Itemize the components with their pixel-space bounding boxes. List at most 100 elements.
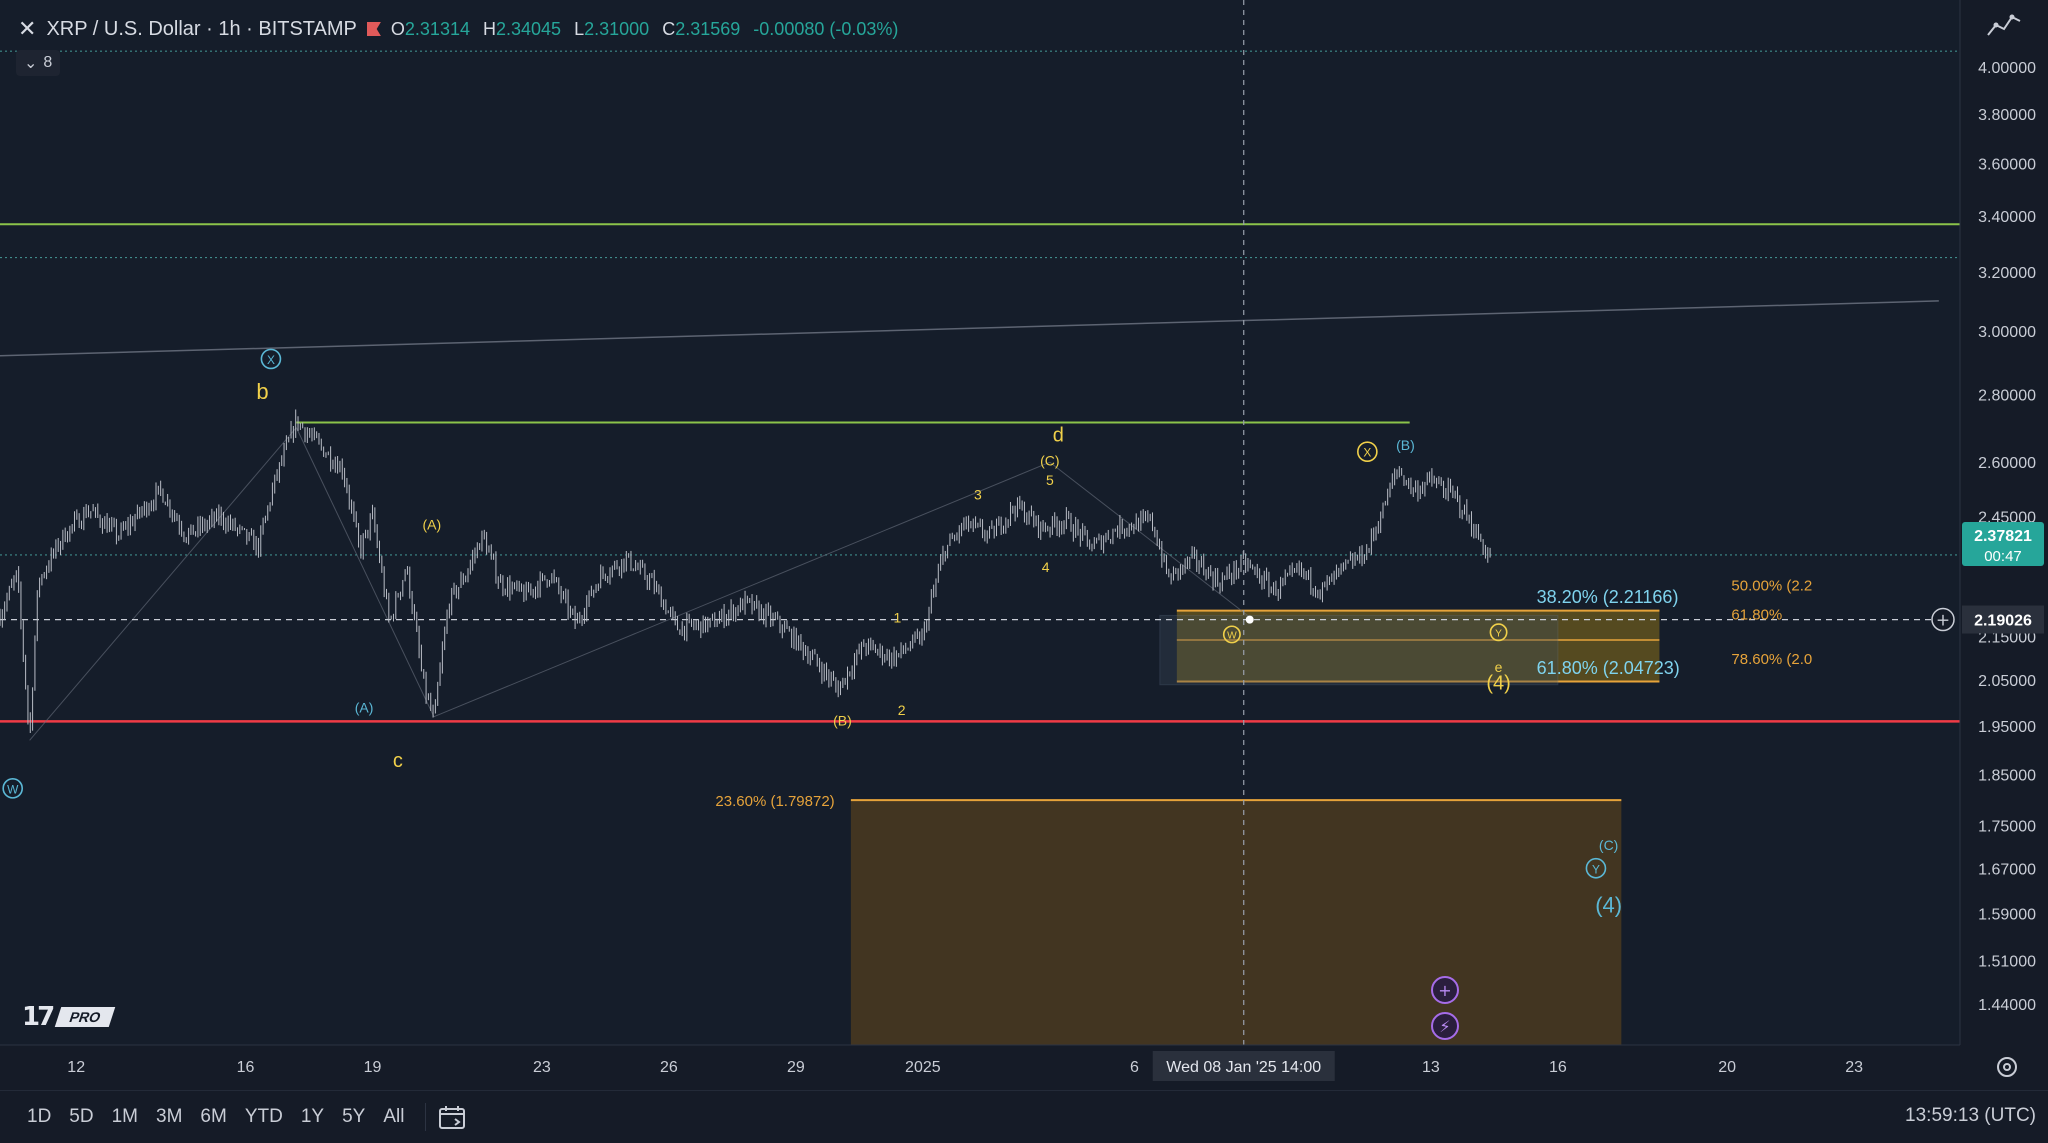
fib-zone-orange bbox=[850, 800, 1622, 1045]
chevron-down-icon: ⌄ bbox=[24, 55, 38, 72]
crosshair-point bbox=[1245, 615, 1254, 624]
crosshair-time-label: Wed 08 Jan '25 14:00 bbox=[1166, 1059, 1321, 1076]
wave-label-20: (C) bbox=[1599, 837, 1618, 853]
fib-label-5: 23.60% (1.79872) bbox=[715, 793, 834, 810]
price-tick-12: 1.95000 bbox=[1978, 719, 2036, 736]
wave-label-19: (4) bbox=[1486, 673, 1510, 695]
close-icon[interactable]: ✕ bbox=[18, 16, 36, 42]
wave-label-6: 1 bbox=[894, 610, 902, 626]
timeframe-ytd[interactable]: YTD bbox=[236, 1106, 292, 1128]
bottom-toolbar: 1D 5D 1M 3M 6M YTD 1Y 5Y All 13:59:13 (U… bbox=[0, 1090, 2048, 1143]
wave-label-17: Y bbox=[1495, 629, 1502, 640]
price-tick-13: 1.85000 bbox=[1978, 767, 2036, 784]
wave-label-22: (4) bbox=[1595, 893, 1622, 918]
timeframe-3m[interactable]: 3M bbox=[147, 1106, 191, 1128]
timeframe-1y[interactable]: 1Y bbox=[292, 1106, 333, 1128]
price-tick-16: 1.59000 bbox=[1978, 906, 2036, 923]
price-tick-0: 4.00000 bbox=[1978, 60, 2036, 77]
time-tick-0: 12 bbox=[67, 1059, 85, 1076]
time-tick-4: 26 bbox=[660, 1059, 678, 1076]
utc-clock[interactable]: 13:59:13 (UTC) bbox=[1905, 1105, 2036, 1127]
close-label: C bbox=[662, 18, 676, 39]
close-value: 2.31569 bbox=[675, 18, 741, 39]
wave-label-15: (B) bbox=[1396, 437, 1415, 453]
time-tick-2: 19 bbox=[364, 1059, 382, 1076]
time-tick-1: 16 bbox=[237, 1059, 255, 1076]
wave-label-13: d bbox=[1053, 425, 1064, 447]
time-tick-3: 23 bbox=[533, 1059, 551, 1076]
chart-style-icon[interactable] bbox=[1984, 6, 2028, 42]
timeframe-buttons: 1D 5D 1M 3M 6M YTD 1Y 5Y All bbox=[18, 1106, 413, 1128]
fib-label-2: 50.00% (2.2 bbox=[1731, 578, 1812, 595]
wave-label-12: (C) bbox=[1040, 452, 1059, 468]
tradingview-logo: 17 PRO bbox=[22, 1002, 116, 1032]
price-tick-4: 3.20000 bbox=[1978, 265, 2036, 282]
ohlc-readout: O2.31314 H2.34045 L2.31000 C2.31569 -0.0… bbox=[391, 19, 899, 40]
timeframe-1m[interactable]: 1M bbox=[103, 1106, 147, 1128]
open-label: O bbox=[390, 18, 405, 39]
price-tick-7: 2.60000 bbox=[1978, 455, 2036, 472]
wave-label-1: X bbox=[267, 353, 275, 367]
price-tick-2: 3.60000 bbox=[1978, 157, 2036, 174]
tool-glyph-0: + bbox=[1438, 981, 1451, 1000]
low-value: 2.31000 bbox=[584, 18, 650, 39]
wave-label-10: 4 bbox=[1042, 559, 1050, 575]
current-price-value: 2.37821 bbox=[1974, 528, 2032, 545]
time-tick-11: 23 bbox=[1845, 1059, 1863, 1076]
timeframe-5d[interactable]: 5D bbox=[60, 1106, 102, 1128]
wave-label-4: c bbox=[393, 750, 403, 772]
wave-label-7: 2 bbox=[898, 702, 906, 718]
time-tick-8: 13 bbox=[1422, 1059, 1440, 1076]
price-tick-18: 1.44000 bbox=[1978, 997, 2036, 1014]
price-tick-14: 1.75000 bbox=[1978, 818, 2036, 835]
indicators-count: 8 bbox=[43, 54, 53, 71]
time-tick-5: 29 bbox=[787, 1059, 805, 1076]
price-tick-3: 3.40000 bbox=[1978, 209, 2036, 226]
tool-glyph-1: ⚡ bbox=[1439, 1017, 1450, 1036]
current-price-countdown: 00:47 bbox=[1984, 548, 2022, 565]
timeframe-1d[interactable]: 1D bbox=[18, 1106, 60, 1128]
price-tick-6: 2.80000 bbox=[1978, 387, 2036, 404]
wave-label-3: (A) bbox=[355, 699, 374, 715]
fib-label-0: 38.20% (2.21166) bbox=[1537, 587, 1679, 607]
open-value: 2.31314 bbox=[404, 18, 470, 39]
add-level-glyph: + bbox=[1936, 611, 1950, 631]
high-label: H bbox=[483, 18, 496, 39]
fib-label-1: 61.80% (2.04723) bbox=[1537, 658, 1680, 678]
price-tick-1: 3.80000 bbox=[1978, 107, 2036, 124]
wave-label-2: (A) bbox=[422, 516, 441, 532]
time-axis bbox=[0, 1045, 1960, 1090]
time-tick-10: 20 bbox=[1718, 1059, 1736, 1076]
chart-header: ✕ XRP / U.S. Dollar · 1h · BITSTAMP O2.3… bbox=[18, 14, 898, 44]
timeframe-5y[interactable]: 5Y bbox=[333, 1106, 374, 1128]
logo-mark: 17 bbox=[22, 1002, 55, 1032]
indicators-toggle[interactable]: ⌄ 8 bbox=[16, 50, 61, 76]
wave-label-0: b bbox=[256, 379, 268, 404]
wave-label-14: X bbox=[1363, 446, 1371, 460]
wave-label-8: (B) bbox=[833, 712, 852, 728]
timeframe-all[interactable]: All bbox=[374, 1106, 413, 1128]
wave-label-16: W bbox=[1227, 631, 1237, 642]
price-tick-5: 3.00000 bbox=[1978, 324, 2036, 341]
wave-label-21: Y bbox=[1592, 862, 1600, 876]
high-value: 2.34045 bbox=[496, 18, 562, 39]
flag-icon[interactable] bbox=[366, 22, 381, 36]
price-tick-17: 1.51000 bbox=[1978, 954, 2036, 971]
low-label: L bbox=[574, 18, 585, 39]
timeframe-6m[interactable]: 6M bbox=[191, 1106, 235, 1128]
fib-label-3: 61.80% bbox=[1731, 606, 1782, 623]
symbol-title[interactable]: XRP / U.S. Dollar · 1h · BITSTAMP bbox=[46, 18, 356, 41]
gear-icon[interactable] bbox=[1992, 1052, 2022, 1082]
change-value: -0.00080 (-0.03%) bbox=[753, 18, 899, 39]
time-tick-6: 2025 bbox=[905, 1059, 941, 1076]
logo-pro-badge: PRO bbox=[54, 1007, 116, 1027]
price-tick-11: 2.05000 bbox=[1978, 673, 2036, 690]
toolbar-divider bbox=[425, 1103, 427, 1131]
wave-label-9: 3 bbox=[974, 487, 982, 503]
crosshair-price-value: 2.19026 bbox=[1974, 613, 2032, 630]
price-chart[interactable]: 38.20% (2.21166) 61.80% (2.04723) 50.00% (… bbox=[0, 0, 2048, 1090]
fib-label-4: 78.60% (2.0 bbox=[1731, 651, 1812, 668]
time-tick-7: 6 bbox=[1130, 1059, 1139, 1076]
price-tick-15: 1.67000 bbox=[1978, 861, 2036, 878]
calendar-icon[interactable] bbox=[438, 1104, 466, 1130]
